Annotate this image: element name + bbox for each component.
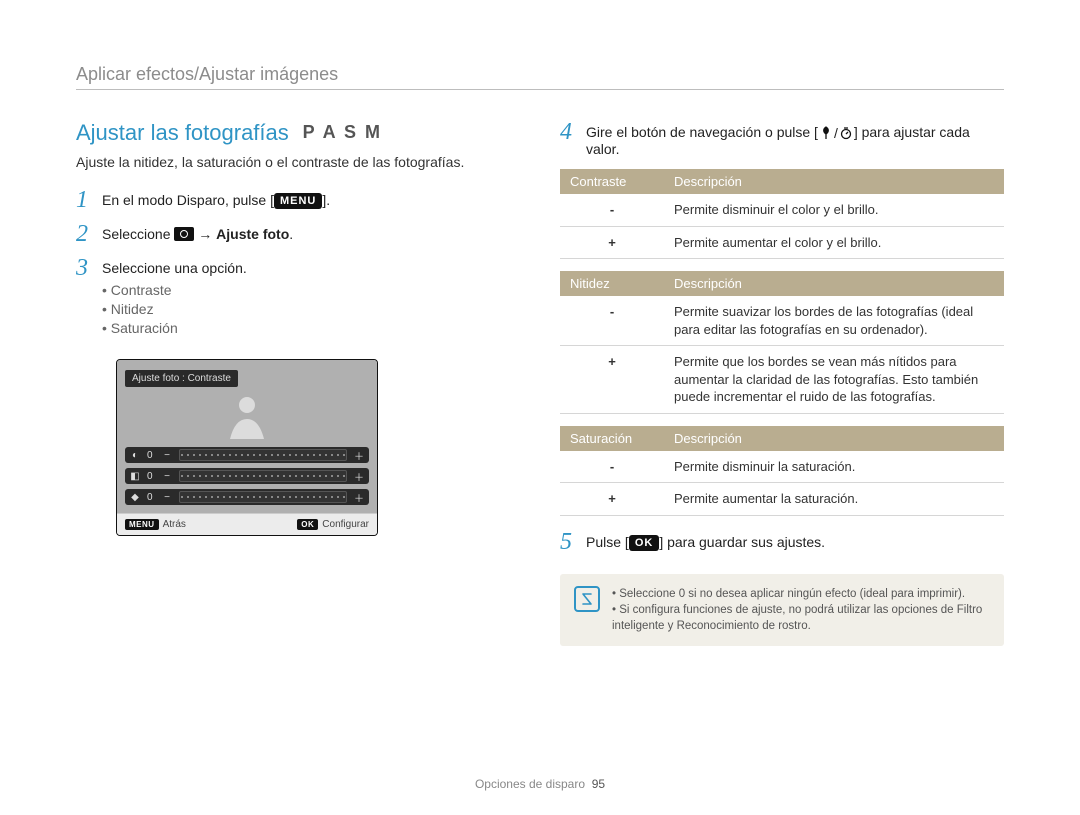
table-header: Descripción xyxy=(664,426,1004,451)
slider-value: 0 xyxy=(147,492,155,503)
slider-track xyxy=(179,491,347,503)
slider-value: 0 xyxy=(147,450,155,461)
menu-badge: MENU xyxy=(125,519,159,530)
plus-icon: ＋ xyxy=(353,491,365,503)
contrast-icon: ◐ xyxy=(129,449,141,461)
table-cell: Permite aumentar la saturación. xyxy=(664,483,1004,516)
arrow-text: → xyxy=(194,226,216,242)
list-item: Seleccione 0 si no desea aplicar ningún … xyxy=(612,586,990,602)
step-text: Gire el botón de navegación o pulse [ xyxy=(586,124,818,140)
step-text: Seleccione xyxy=(102,226,174,242)
step-number: 2 xyxy=(76,222,102,246)
step-text: . xyxy=(289,226,293,242)
slider-saturation: ◆ 0 − ＋ xyxy=(125,489,369,505)
table-header: Descripción xyxy=(664,271,1004,296)
table-cell: Permite que los bordes se vean más nítid… xyxy=(664,346,1004,414)
note-box: Seleccione 0 si no desea aplicar ningún … xyxy=(560,574,1004,646)
page-footer: Opciones de disparo 95 xyxy=(0,777,1080,791)
table-symbol: + xyxy=(560,483,664,516)
mode-letters: P A S M xyxy=(303,122,382,143)
table-row: -Permite disminuir la saturación. xyxy=(560,451,1004,483)
step-4: 4 Gire el botón de navegación o pulse [ … xyxy=(560,120,1004,157)
minus-icon: − xyxy=(161,491,173,503)
step-number: 1 xyxy=(76,188,102,212)
ok-badge: OK xyxy=(297,519,318,530)
table-row: -Permite suavizar los bordes de las foto… xyxy=(560,296,1004,346)
table-cell: Permite suavizar los bordes de las fotog… xyxy=(664,296,1004,346)
table-symbol: + xyxy=(560,226,664,259)
step-bold: Ajuste foto xyxy=(216,226,289,242)
step-number: 5 xyxy=(560,530,586,554)
contrast-table: ContrasteDescripción -Permite disminuir … xyxy=(560,169,1004,259)
list-item: Nitidez xyxy=(102,301,520,317)
menu-badge: MENU xyxy=(274,193,322,209)
slider-sharpen: ◧ 0 − ＋ xyxy=(125,468,369,484)
step-text: Pulse [ xyxy=(586,534,629,550)
slider-track xyxy=(179,449,347,461)
right-column: 4 Gire el botón de navegación o pulse [ … xyxy=(560,120,1004,646)
slider-group: ◐ 0 − ＋ ◧ 0 − ＋ ◆ 0 xyxy=(125,447,369,505)
step-number: 3 xyxy=(76,256,102,280)
table-symbol: + xyxy=(560,346,664,414)
macro-icon xyxy=(818,125,834,141)
step-text: Seleccione una opción. xyxy=(102,260,247,276)
saturation-table: SaturaciónDescripción -Permite disminuir… xyxy=(560,426,1004,516)
table-cell: Permite disminuir el color y el brillo. xyxy=(664,194,1004,226)
page-number: 95 xyxy=(592,777,605,791)
table-cell: Permite disminuir la saturación. xyxy=(664,451,1004,483)
plus-icon: ＋ xyxy=(353,449,365,461)
table-symbol: - xyxy=(560,296,664,346)
step-text: ] para guardar sus ajustes. xyxy=(659,534,825,550)
slider-value: 0 xyxy=(147,471,155,482)
table-header: Descripción xyxy=(664,169,1004,194)
left-column: Ajustar las fotografías P A S M Ajuste l… xyxy=(76,120,520,646)
table-row: -Permite disminuir el color y el brillo. xyxy=(560,194,1004,226)
step-text: ]. xyxy=(322,192,330,208)
slider-contrast: ◐ 0 − ＋ xyxy=(125,447,369,463)
slider-track xyxy=(179,470,347,482)
page-title: Ajustar las fotografías xyxy=(76,120,289,146)
option-list: Contraste Nitidez Saturación xyxy=(102,282,520,336)
table-row: +Permite aumentar la saturación. xyxy=(560,483,1004,516)
step-2: 2 Seleccione → Ajuste foto. xyxy=(76,222,520,246)
divider xyxy=(76,89,1004,90)
camera-icon xyxy=(174,227,194,241)
minus-icon: − xyxy=(161,449,173,461)
table-symbol: - xyxy=(560,451,664,483)
timer-icon xyxy=(838,125,854,141)
list-item: Contraste xyxy=(102,282,520,298)
saturation-icon: ◆ xyxy=(129,491,141,503)
camera-display-mock: Ajuste foto : Contraste ◐ 0 − ＋ ◧ 0 xyxy=(116,359,378,536)
note-list: Seleccione 0 si no desea aplicar ningún … xyxy=(612,586,990,634)
table-row: +Permite que los bordes se vean más níti… xyxy=(560,346,1004,414)
step-3: 3 Seleccione una opción. Contraste Nitid… xyxy=(76,256,520,339)
plus-icon: ＋ xyxy=(353,470,365,482)
list-item: Si configura funciones de ajuste, no pod… xyxy=(612,602,990,634)
table-symbol: - xyxy=(560,194,664,226)
step-number: 4 xyxy=(560,120,586,144)
table-row: +Permite aumentar el color y el brillo. xyxy=(560,226,1004,259)
table-cell: Permite aumentar el color y el brillo. xyxy=(664,226,1004,259)
list-item: Saturación xyxy=(102,320,520,336)
silhouette-icon xyxy=(212,389,282,439)
step-1: 1 En el modo Disparo, pulse [MENU]. xyxy=(76,188,520,212)
ok-badge: OK xyxy=(629,535,660,551)
display-title: Ajuste foto : Contraste xyxy=(125,370,238,387)
minus-icon: − xyxy=(161,470,173,482)
sharpness-icon: ◧ xyxy=(129,470,141,482)
table-header: Nitidez xyxy=(560,271,664,296)
back-hint: MENUAtrás xyxy=(125,519,186,530)
table-header: Contraste xyxy=(560,169,664,194)
step-5: 5 Pulse [OK] para guardar sus ajustes. xyxy=(560,530,1004,554)
note-icon xyxy=(574,586,600,612)
display-footer: MENUAtrás OKConfigurar xyxy=(117,513,377,535)
step-text: En el modo Disparo, pulse [ xyxy=(102,192,274,208)
set-hint: OKConfigurar xyxy=(297,519,369,530)
sharpness-table: NitidezDescripción -Permite suavizar los… xyxy=(560,271,1004,414)
breadcrumb: Aplicar efectos/Ajustar imágenes xyxy=(76,64,1004,85)
footer-section: Opciones de disparo xyxy=(475,777,585,791)
table-header: Saturación xyxy=(560,426,664,451)
intro-text: Ajuste la nitidez, la saturación o el co… xyxy=(76,154,520,170)
